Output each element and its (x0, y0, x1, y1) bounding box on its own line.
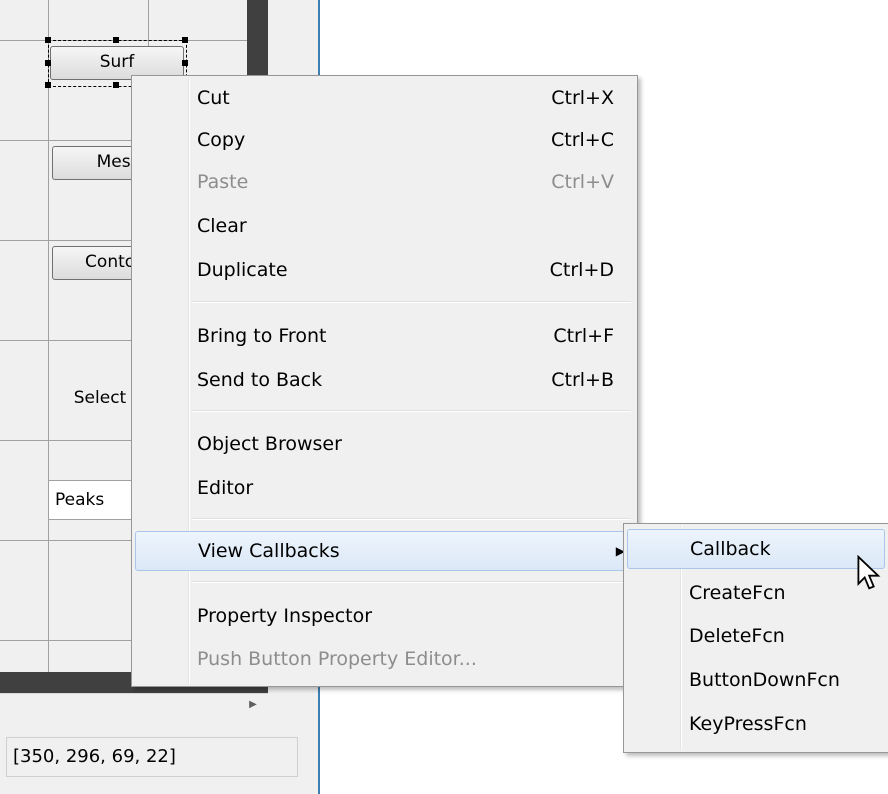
menu-item-label: CreateFcn (689, 582, 786, 604)
menu-item-send-to-back[interactable]: Send to Back Ctrl+B (135, 360, 634, 400)
menu-item-shortcut: Ctrl+X (551, 87, 614, 109)
menu-item-paste[interactable]: Paste Ctrl+V (135, 162, 634, 202)
grid-line (48, 0, 49, 672)
submenu-item-buttondownfcn[interactable]: ButtonDownFcn (627, 660, 886, 700)
scroll-right-icon[interactable]: ▶ (246, 698, 260, 712)
menu-item-property-inspector[interactable]: Property Inspector (135, 596, 634, 636)
submenu-item-keypressfcn[interactable]: KeyPressFcn (627, 704, 886, 744)
menu-item-shortcut: Ctrl+C (551, 129, 614, 151)
menu-item-label: Bring to Front (197, 325, 327, 347)
horizontal-scrollbar[interactable] (0, 693, 268, 717)
menu-item-label: Clear (197, 215, 247, 237)
menu-item-duplicate[interactable]: Duplicate Ctrl+D (135, 250, 634, 290)
menu-item-label: ButtonDownFcn (689, 669, 840, 691)
menu-item-label: Push Button Property Editor... (197, 648, 477, 670)
menu-item-shortcut: Ctrl+D (549, 259, 614, 281)
resize-handle[interactable] (113, 82, 119, 88)
submenu-item-createfcn[interactable]: CreateFcn (627, 573, 886, 613)
resize-handle[interactable] (45, 60, 51, 66)
menu-item-object-browser[interactable]: Object Browser (135, 424, 634, 464)
resize-handle[interactable] (113, 37, 119, 43)
menu-item-label: View Callbacks (198, 540, 340, 562)
submenu-item-deletefcn[interactable]: DeleteFcn (627, 616, 886, 656)
context-menu: Cut Ctrl+X Copy Ctrl+C Paste Ctrl+V Clea… (131, 75, 638, 687)
menu-item-label: Callback (690, 538, 771, 560)
resize-handle[interactable] (45, 82, 51, 88)
menu-item-label: Paste (197, 171, 249, 193)
menu-item-view-callbacks[interactable]: View Callbacks ▶ (135, 531, 634, 571)
menu-item-label: Property Inspector (197, 605, 373, 627)
resize-handle[interactable] (182, 37, 188, 43)
menu-item-label: DeleteFcn (689, 625, 785, 647)
position-readout: [350, 296, 69, 22] (6, 737, 298, 777)
menu-item-copy[interactable]: Copy Ctrl+C (135, 120, 634, 160)
menu-item-label: KeyPressFcn (689, 713, 807, 735)
resize-handle[interactable] (182, 60, 188, 66)
menu-item-label: Send to Back (197, 369, 323, 391)
submenu-item-callback[interactable]: Callback (627, 529, 885, 569)
menu-item-label: Object Browser (197, 433, 342, 455)
menu-separator (192, 581, 631, 583)
menu-item-label: Cut (197, 87, 230, 109)
menu-item-shortcut: Ctrl+F (553, 325, 614, 347)
menu-item-push-button-property-editor[interactable]: Push Button Property Editor... (135, 639, 634, 679)
menu-item-label: Duplicate (197, 259, 288, 281)
menu-separator (192, 518, 631, 520)
mouse-pointer-icon (857, 555, 881, 590)
menu-item-cut[interactable]: Cut Ctrl+X (135, 78, 634, 118)
callbacks-submenu: Callback CreateFcn DeleteFcn ButtonDownF… (623, 523, 888, 753)
menu-item-label: Copy (197, 129, 246, 151)
menu-item-editor[interactable]: Editor (135, 468, 634, 508)
menu-separator (192, 301, 631, 303)
menu-separator (192, 410, 631, 412)
menu-item-clear[interactable]: Clear (135, 206, 634, 246)
menu-item-bring-to-front[interactable]: Bring to Front Ctrl+F (135, 316, 634, 356)
resize-handle[interactable] (45, 37, 51, 43)
menu-item-shortcut: Ctrl+V (551, 171, 614, 193)
menu-item-label: Editor (197, 477, 254, 499)
menu-item-shortcut: Ctrl+B (551, 369, 614, 391)
